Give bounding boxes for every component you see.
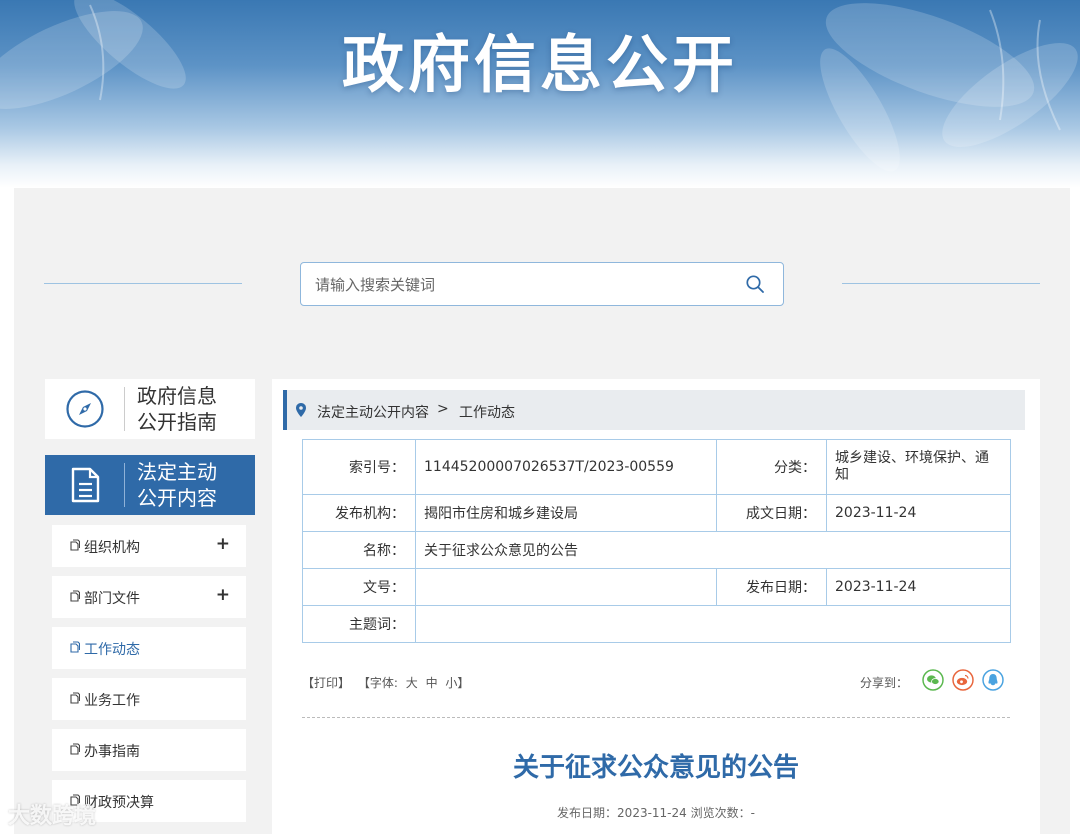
- compass-icon: [66, 390, 104, 428]
- search-icon[interactable]: [745, 274, 765, 294]
- divider: [302, 717, 1010, 718]
- created-date-label: 成文日期：: [716, 494, 827, 532]
- expand-icon[interactable]: +: [216, 585, 230, 605]
- sidebar-item-label: 业务工作: [84, 693, 140, 709]
- subject-label: 主题词：: [302, 605, 416, 643]
- doc-icon: [70, 590, 80, 602]
- table-row: 发布机构： 揭阳市住房和城乡建设局 成文日期： 2023-11-24: [302, 494, 1011, 532]
- wechat-share-icon[interactable]: [922, 669, 944, 691]
- table-row: 文号： 发布日期： 2023-11-24: [302, 568, 1011, 606]
- card-separator: [124, 387, 125, 431]
- sidebar-card-disclosure-guide[interactable]: 政府信息 公开指南: [45, 379, 255, 439]
- sidebar-item-label: 部门文件: [84, 591, 140, 607]
- content-panel: 法定主动公开内容 > 工作动态 索引号： 11445200007026537T/…: [272, 379, 1040, 834]
- table-row: 名称： 关于征求公众意见的公告: [302, 531, 1011, 569]
- name-value: 关于征求公众意见的公告: [415, 531, 1011, 569]
- search-deco-line-right: [842, 283, 1040, 284]
- doc-icon: [70, 743, 80, 755]
- breadcrumb-separator: >: [437, 401, 449, 417]
- publisher-value: 揭阳市住房和城乡建设局: [415, 494, 717, 532]
- docno-value: [415, 568, 717, 606]
- breadcrumb-parent-link[interactable]: 法定主动公开内容: [317, 402, 429, 422]
- share-label: 分享到：: [860, 676, 909, 690]
- publisher-label: 发布机构：: [302, 494, 416, 532]
- sidebar-item-label: 工作动态: [84, 642, 140, 658]
- sidebar-item-department-files[interactable]: 部门文件 +: [52, 576, 246, 618]
- category-value: 城乡建设、环境保护、通知: [826, 439, 1011, 495]
- search-deco-line-left: [44, 283, 242, 284]
- card-separator: [124, 463, 125, 507]
- name-label: 名称：: [302, 531, 416, 569]
- expand-icon[interactable]: +: [216, 534, 230, 554]
- font-large-button[interactable]: 大: [406, 676, 418, 690]
- sidebar-card-statutory-content[interactable]: 法定主动 公开内容: [45, 455, 255, 515]
- article-meta: 发布日期：2023-11-24 浏览次数：-: [557, 806, 755, 820]
- weibo-share-icon[interactable]: [952, 669, 974, 691]
- docno-label: 文号：: [302, 568, 416, 606]
- publish-date-value: 2023-11-24: [826, 568, 1011, 606]
- qq-share-icon[interactable]: [982, 669, 1004, 691]
- doc-icon: [70, 539, 80, 551]
- index-value: 11445200007026537T/2023-00559: [415, 439, 717, 495]
- search-box: [300, 262, 784, 307]
- doc-icon: [70, 692, 80, 704]
- breadcrumb: 法定主动公开内容 > 工作动态: [283, 390, 1025, 430]
- font-size-label: 【字体:: [357, 676, 398, 690]
- sidebar-item-label: 组织机构: [84, 540, 140, 556]
- category-label: 分类：: [716, 439, 827, 495]
- index-label: 索引号：: [302, 439, 416, 495]
- table-row: 索引号： 11445200007026537T/2023-00559 分类： 城…: [302, 439, 1011, 495]
- breadcrumb-current[interactable]: 工作动态: [459, 402, 515, 422]
- article-title: 关于征求公众意见的公告: [512, 753, 799, 783]
- created-date-value: 2023-11-24: [826, 494, 1011, 532]
- page-banner: 政府信息公开: [0, 0, 1080, 188]
- article-tools: 【打印】 【字体: 大 中 小】: [302, 674, 473, 691]
- document-icon: [71, 467, 100, 503]
- font-medium-button[interactable]: 中: [426, 676, 438, 690]
- table-row: 主题词：: [302, 605, 1011, 643]
- sidebar-item-organization[interactable]: 组织机构 +: [52, 525, 246, 567]
- document-info-table: 索引号： 11445200007026537T/2023-00559 分类： 城…: [302, 439, 1011, 643]
- search-input[interactable]: [313, 263, 737, 307]
- sidebar-item-service-guide[interactable]: 办事指南: [52, 729, 246, 771]
- publish-date-label: 发布日期：: [716, 568, 827, 606]
- card-label: 政府信息 公开指南: [137, 384, 217, 434]
- location-pin-icon: [296, 403, 306, 417]
- print-button[interactable]: 【打印】: [302, 676, 350, 690]
- main-area: 政府信息 公开指南 法定主动 公开内容 组织机构 + 部门文件 + 工作动态: [14, 188, 1070, 834]
- watermark: 大数跨境: [8, 804, 97, 829]
- doc-icon: [70, 641, 80, 653]
- subject-value: [415, 605, 1011, 643]
- banner-title: 政府信息公开: [341, 28, 738, 101]
- sidebar-item-work-news[interactable]: 工作动态: [52, 627, 246, 669]
- sidebar-item-business-work[interactable]: 业务工作: [52, 678, 246, 720]
- card-label: 法定主动 公开内容: [137, 460, 217, 510]
- sidebar-item-label: 办事指南: [84, 744, 140, 760]
- font-small-button[interactable]: 小】: [445, 676, 469, 690]
